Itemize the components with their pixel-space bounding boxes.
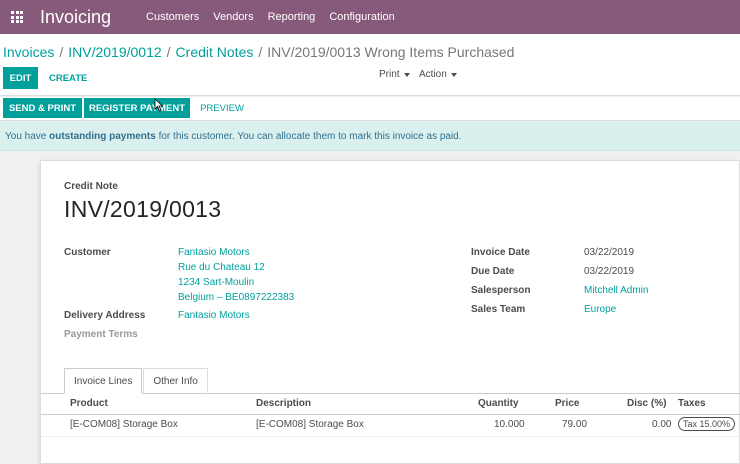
send-print-button[interactable]: SEND & PRINT bbox=[3, 98, 82, 118]
action-dropdown[interactable]: Action bbox=[419, 69, 457, 80]
customer-city-link[interactable]: 1234 Sart-Moulin bbox=[178, 277, 254, 288]
menu-item-customers[interactable]: Customers bbox=[139, 11, 206, 23]
line-tax-badge: Tax 15.00% bbox=[678, 417, 736, 431]
action-dropdown-label: Action bbox=[419, 69, 447, 80]
form-statusbar: SEND & PRINT REGISTER PAYMENT PREVIEW bbox=[0, 97, 740, 121]
document-name: INV/2019/0013 bbox=[64, 196, 222, 222]
control-panel: Invoices / INV/2019/0012 / Credit Notes … bbox=[0, 34, 740, 96]
sales-team-link[interactable]: Europe bbox=[584, 304, 616, 315]
print-dropdown[interactable]: Print bbox=[379, 69, 410, 80]
line-quantity[interactable]: 10.000 bbox=[494, 419, 525, 430]
line-discount[interactable]: 0.00 bbox=[652, 419, 671, 430]
sales-team-label: Sales Team bbox=[471, 304, 526, 315]
print-dropdown-label: Print bbox=[379, 69, 400, 80]
column-header-taxes[interactable]: Taxes bbox=[678, 398, 706, 409]
due-date-label: Due Date bbox=[471, 266, 515, 277]
column-header-description[interactable]: Description bbox=[256, 398, 311, 409]
customer-label: Customer bbox=[64, 247, 111, 258]
main-menu: Customers Vendors Reporting Configuratio… bbox=[139, 11, 402, 23]
notebook-tabs: Invoice Lines Other Info bbox=[64, 368, 208, 394]
menu-item-configuration[interactable]: Configuration bbox=[322, 11, 401, 23]
app-brand[interactable]: Invoicing bbox=[40, 7, 111, 28]
column-header-product[interactable]: Product bbox=[70, 398, 108, 409]
column-header-price[interactable]: Price bbox=[555, 398, 579, 409]
delivery-address-label: Delivery Address bbox=[64, 310, 146, 321]
breadcrumb-parent-invoice[interactable]: INV/2019/0012 bbox=[68, 44, 161, 60]
outstanding-payments-alert: You have outstanding payments for this c… bbox=[0, 122, 740, 151]
payment-terms-label: Payment Terms bbox=[64, 329, 138, 340]
breadcrumb-credit-notes[interactable]: Credit Notes bbox=[176, 44, 254, 60]
menu-item-vendors[interactable]: Vendors bbox=[206, 11, 260, 23]
tab-other-info[interactable]: Other Info bbox=[143, 368, 208, 394]
due-date-value: 03/22/2019 bbox=[584, 266, 635, 277]
column-header-discount[interactable]: Disc (%) bbox=[627, 398, 666, 409]
column-header-quantity[interactable]: Quantity bbox=[478, 398, 519, 409]
customer-street-link[interactable]: Rue du Chateau 12 bbox=[178, 262, 265, 273]
caret-down-icon bbox=[450, 72, 457, 77]
alert-suffix: for this customer. You can allocate them… bbox=[155, 131, 462, 142]
breadcrumb-separator: / bbox=[258, 44, 263, 60]
preview-button[interactable]: PREVIEW bbox=[196, 98, 248, 118]
tab-invoice-lines[interactable]: Invoice Lines bbox=[64, 368, 143, 394]
create-button[interactable]: CREATE bbox=[44, 67, 92, 89]
invoice-date-value: 03/22/2019 bbox=[584, 247, 635, 258]
invoice-date-label: Invoice Date bbox=[471, 247, 530, 258]
salesperson-link[interactable]: Mitchell Admin bbox=[584, 285, 648, 296]
form-sheet: Credit Note INV/2019/0013 Customer Fanta… bbox=[40, 160, 740, 464]
register-payment-button[interactable]: REGISTER PAYMENT bbox=[84, 98, 190, 118]
line-price[interactable]: 79.00 bbox=[562, 419, 587, 430]
customer-name-link[interactable]: Fantasio Motors bbox=[178, 247, 250, 258]
line-product[interactable]: [E-COM08] Storage Box bbox=[70, 419, 178, 430]
apps-menu-icon[interactable] bbox=[0, 0, 34, 34]
table-header-divider bbox=[41, 414, 740, 415]
alert-prefix: You have bbox=[5, 131, 50, 142]
breadcrumb-separator: / bbox=[59, 44, 64, 60]
menu-item-reporting[interactable]: Reporting bbox=[261, 11, 323, 23]
top-navbar: Invoicing Customers Vendors Reporting Co… bbox=[0, 0, 740, 34]
edit-button[interactable]: EDIT bbox=[3, 67, 38, 89]
breadcrumb: Invoices / INV/2019/0012 / Credit Notes … bbox=[3, 44, 514, 60]
customer-country-vat-link[interactable]: Belgium – BE0897222383 bbox=[178, 292, 294, 303]
table-row-divider bbox=[41, 436, 740, 437]
breadcrumb-separator: / bbox=[166, 44, 171, 60]
alert-outstanding-payments[interactable]: outstanding payments bbox=[49, 131, 156, 142]
document-type: Credit Note bbox=[64, 181, 118, 192]
breadcrumb-current: INV/2019/0013 Wrong Items Purchased bbox=[267, 44, 515, 60]
breadcrumb-invoices[interactable]: Invoices bbox=[3, 44, 54, 60]
line-description[interactable]: [E-COM08] Storage Box bbox=[256, 419, 364, 430]
mouse-cursor-icon bbox=[154, 98, 164, 112]
delivery-address-link[interactable]: Fantasio Motors bbox=[178, 310, 250, 321]
salesperson-label: Salesperson bbox=[471, 285, 531, 296]
caret-down-icon bbox=[403, 72, 410, 77]
